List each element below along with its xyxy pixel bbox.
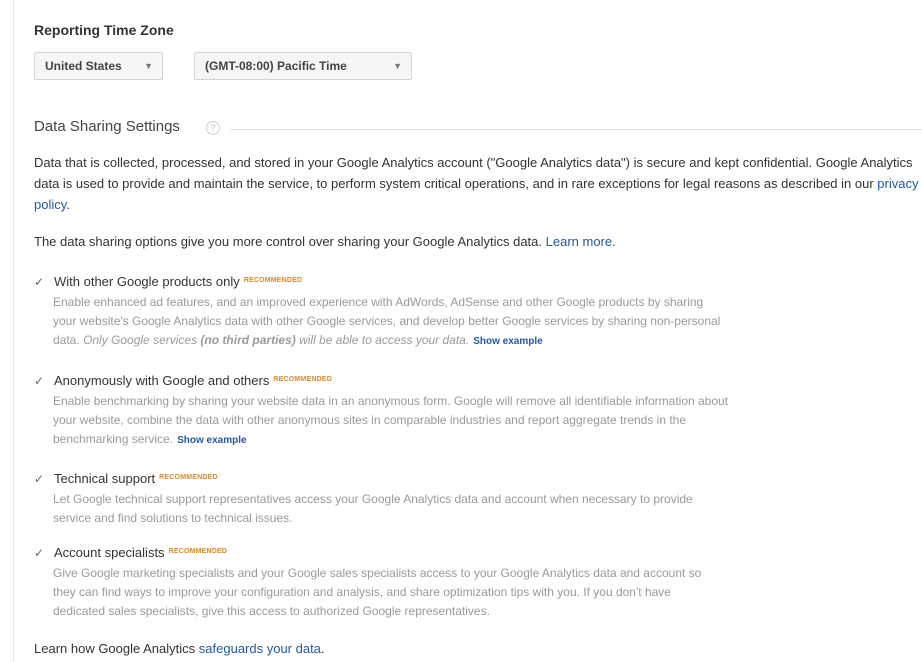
recommended-badge: RECOMMENDED <box>273 376 332 383</box>
option-description: Enable benchmarking by sharing your webs… <box>53 392 922 450</box>
option-desc-line: Let Google technical support representat… <box>53 492 693 506</box>
learn-more-link[interactable]: Learn more. <box>546 234 616 249</box>
option-title: Account specialists <box>54 545 165 560</box>
reporting-time-zone-label: Reporting Time Zone <box>34 22 174 38</box>
section-divider <box>230 129 922 130</box>
desc-text: benchmarking service. <box>53 432 174 446</box>
option-desc-line: your website's Google Analytics data wit… <box>53 314 721 328</box>
recommended-badge: RECOMMENDED <box>159 474 218 481</box>
option-google-products: ✓ With other Google products only RECOMMEN… <box>34 272 922 351</box>
option-desc-line: data. Only Google services (no third par… <box>53 331 922 351</box>
data-sharing-title: Data Sharing Settings <box>34 118 180 135</box>
option-desc-line: benchmarking service. Show example <box>53 430 922 450</box>
safeguards-footer: Learn how Google Analytics safeguards yo… <box>34 641 325 656</box>
option-description: Enable enhanced ad features, and an impr… <box>53 293 922 351</box>
show-example-link[interactable]: Show example <box>177 435 246 446</box>
data-sharing-intro: Data that is collected, processed, and s… <box>34 152 920 215</box>
option-desc-line: they can find ways to improve your confi… <box>53 585 671 599</box>
dropdown-arrow-icon: ▼ <box>144 61 153 71</box>
timezone-select-value: (GMT-08:00) Pacific Time <box>205 59 347 73</box>
intro-end: . <box>66 197 70 212</box>
option-title: Anonymously with Google and others <box>54 373 270 388</box>
option-description: Let Google technical support representat… <box>53 490 922 528</box>
option-technical-support: ✓ Technical support RECOMMENDED Let Google… <box>34 469 922 528</box>
option-desc-line: your website, combine the data with othe… <box>53 413 687 427</box>
checkmark-icon[interactable]: ✓ <box>34 273 50 291</box>
checkmark-icon[interactable]: ✓ <box>34 544 50 562</box>
desc-bold-text: (no third parties) <box>200 333 296 347</box>
country-select[interactable]: United States ▼ <box>34 52 163 80</box>
recommended-badge: RECOMMENDED <box>168 548 228 555</box>
option-account-specialists: ✓ Account specialists RECOMMENDED Give Goo… <box>34 543 922 621</box>
option-desc-line: Give Google marketing specialists and yo… <box>53 566 702 580</box>
option-desc-line: Enable enhanced ad features, and an impr… <box>53 295 704 309</box>
help-icon[interactable]: ? <box>206 121 220 135</box>
desc-text: data. <box>53 333 84 347</box>
option-desc-line: dedicated sales specialists, give this a… <box>53 604 490 618</box>
option-description: Give Google marketing specialists and yo… <box>53 564 922 621</box>
intro-text: Data that is collected, processed, and s… <box>34 155 913 191</box>
recommended-badge: RECOMMENDED <box>243 277 303 284</box>
option-title: Technical support <box>54 471 156 486</box>
footer-text: Learn how Google Analytics <box>34 641 199 656</box>
option-desc-line: Enable benchmarking by sharing your webs… <box>53 394 729 408</box>
timezone-select[interactable]: (GMT-08:00) Pacific Time ▼ <box>194 52 412 80</box>
option-title: With other Google products only <box>54 274 240 289</box>
checkmark-icon[interactable]: ✓ <box>34 372 50 390</box>
country-select-value: United States <box>45 59 122 73</box>
checkmark-icon[interactable]: ✓ <box>34 470 50 488</box>
data-sharing-options-text: The data sharing options give you more c… <box>34 231 920 252</box>
safeguards-link[interactable]: safeguards your data <box>199 641 321 656</box>
dropdown-arrow-icon: ▼ <box>393 61 402 71</box>
option-desc-line: service and find solutions to technical … <box>53 511 293 525</box>
footer-end: . <box>320 641 325 656</box>
left-border <box>13 0 14 662</box>
show-example-link[interactable]: Show example <box>473 336 542 347</box>
options-text: The data sharing options give you more c… <box>34 234 546 249</box>
option-anonymous-sharing: ✓ Anonymously with Google and others RECOM… <box>34 371 922 450</box>
desc-italic-text: will be able to access your data. <box>295 333 470 347</box>
desc-italic-text: Only Google services <box>83 333 201 347</box>
